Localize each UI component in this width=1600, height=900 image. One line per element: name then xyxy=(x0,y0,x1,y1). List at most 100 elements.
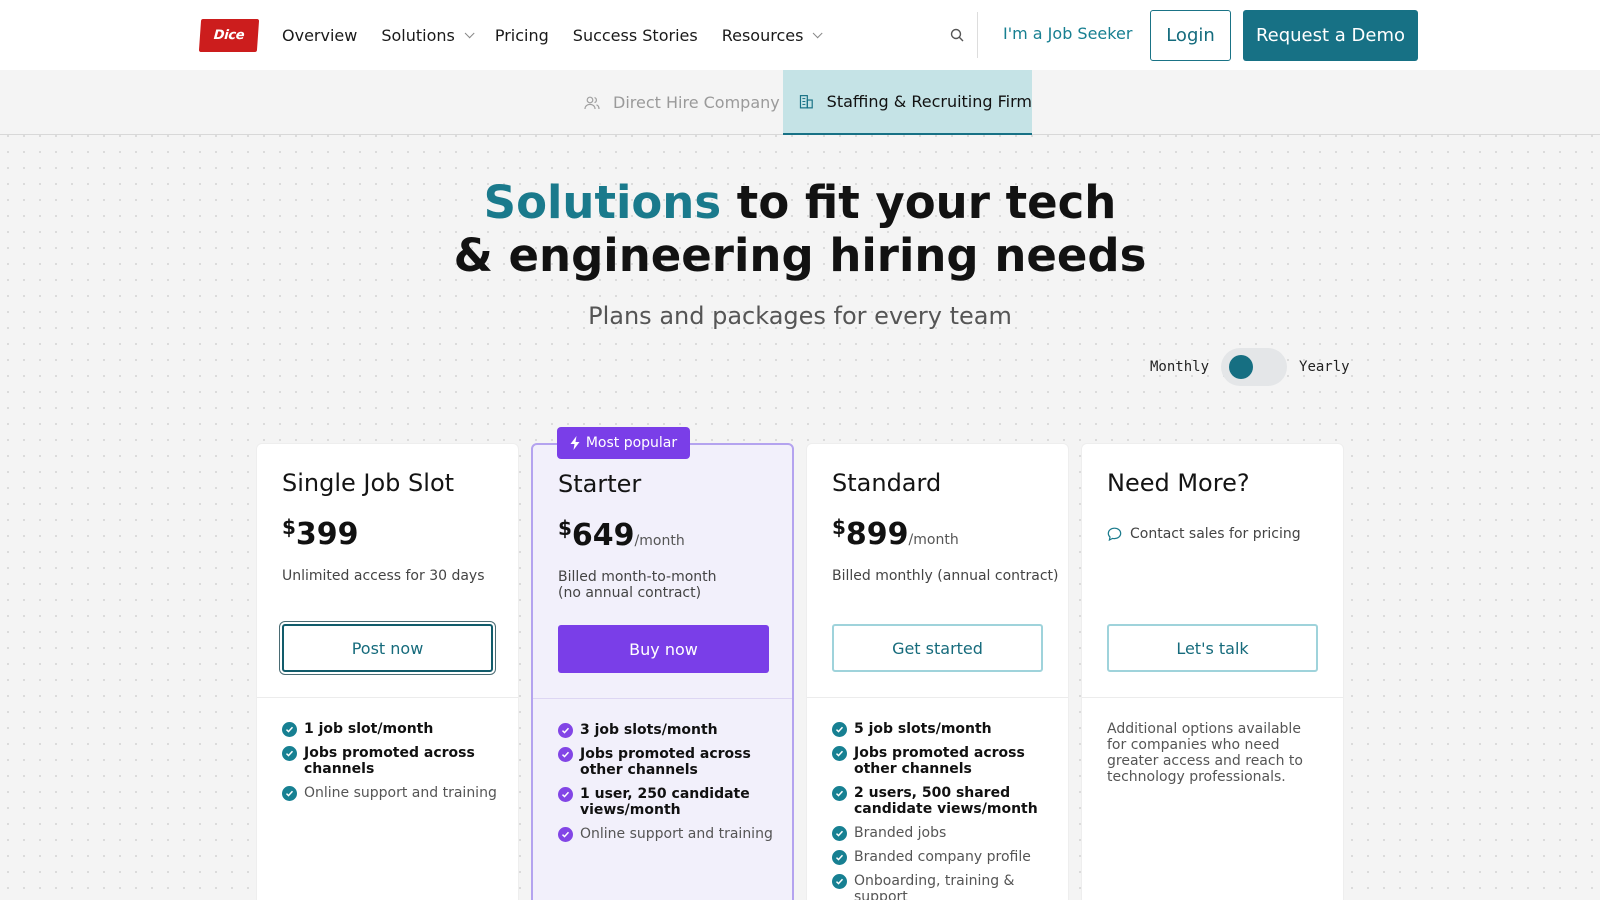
plan-name: Standard xyxy=(832,469,942,497)
audience-tabs: Direct Hire Company Staffing & Recruitin… xyxy=(0,70,1600,135)
nav-success-stories-label: Success Stories xyxy=(572,25,698,45)
billing-toggle-group: Monthly Yearly xyxy=(1150,348,1350,386)
check-icon xyxy=(282,786,297,801)
tab-direct-hire[interactable]: Direct Hire Company xyxy=(584,70,780,135)
page-subtitle: Plans and packages for every team xyxy=(588,302,1012,330)
plan-name: Starter xyxy=(558,470,642,498)
feature-item: Jobs promoted across other channels xyxy=(558,746,783,778)
post-now-button[interactable]: Post now xyxy=(282,624,493,672)
chevron-down-icon xyxy=(813,27,823,38)
price-amount: 399 xyxy=(295,517,359,552)
card-divider xyxy=(257,697,518,698)
chat-bubble-icon xyxy=(1107,527,1122,541)
feature-item: Onboarding, training & support xyxy=(832,873,1057,900)
billing-note: Billed monthly (annual contract) xyxy=(832,568,1059,584)
title-accent: Solutions xyxy=(483,176,722,229)
nav-success-stories[interactable]: Success Stories xyxy=(573,26,698,45)
contact-sales-text: Contact sales for pricing xyxy=(1130,526,1301,542)
yearly-label[interactable]: Yearly xyxy=(1299,359,1350,375)
feature-text: 1 user, 250 candidate views/month xyxy=(580,786,750,818)
feature-text: Branded jobs xyxy=(854,825,947,841)
feature-text: 5 job slots/month xyxy=(854,721,992,737)
billing-period-toggle[interactable] xyxy=(1221,348,1288,386)
feature-text: Online support and training xyxy=(304,785,497,801)
feature-text: 1 job slot/month xyxy=(304,721,434,737)
card-divider xyxy=(533,698,792,699)
feature-item: 3 job slots/month xyxy=(558,722,783,738)
plan-name: Single Job Slot xyxy=(282,469,455,497)
check-icon xyxy=(282,722,297,737)
feature-text: Jobs promoted across other channels xyxy=(580,746,751,778)
feature-text: Branded company profile xyxy=(854,849,1031,865)
feature-text: 2 users, 500 shared candidate views/mont… xyxy=(854,785,1038,817)
most-popular-badge: Most popular xyxy=(557,427,690,459)
card-divider xyxy=(1082,697,1343,698)
buy-now-button[interactable]: Buy now xyxy=(558,625,769,673)
nav-resources[interactable]: Resources xyxy=(721,25,823,45)
card-divider xyxy=(807,697,1068,698)
tab-staffing-recruiting[interactable]: Staffing & Recruiting Firm xyxy=(783,70,1032,135)
price-amount: 649 xyxy=(571,518,635,553)
contact-sales: Contact sales for pricing xyxy=(1107,526,1301,542)
dice-logo[interactable]: Dice xyxy=(198,19,260,52)
nav-resources-label: Resources xyxy=(721,25,804,45)
billing-note: Billed month-to-month (no annual contrac… xyxy=(558,569,788,601)
feature-item: Branded company profile xyxy=(832,849,1057,865)
check-icon xyxy=(558,787,573,802)
search-icon[interactable] xyxy=(950,28,964,42)
get-started-button[interactable]: Get started xyxy=(832,624,1043,672)
plan-card-single-job-slot: Single Job Slot $399 Unlimited access fo… xyxy=(256,443,519,900)
feature-list: 3 job slots/month Jobs promoted across o… xyxy=(558,722,783,850)
price-currency: $ xyxy=(282,515,296,539)
chevron-down-icon xyxy=(464,27,475,38)
login-button[interactable]: Login xyxy=(1150,10,1231,61)
price-period: /month xyxy=(634,533,685,549)
billing-note-line-2: (no annual contract) xyxy=(558,585,702,601)
check-icon xyxy=(832,722,847,737)
toggle-knob xyxy=(1229,355,1254,379)
check-icon xyxy=(832,746,847,761)
top-navigation: Dice Overview Solutions Pricing Success … xyxy=(0,0,1600,70)
plan-name: Need More? xyxy=(1107,469,1250,497)
price-period: /month xyxy=(908,532,959,548)
feature-item: 5 job slots/month xyxy=(832,721,1057,737)
building-icon xyxy=(799,95,813,109)
nav-pricing[interactable]: Pricing xyxy=(495,26,549,45)
nav-solutions-label: Solutions xyxy=(381,25,455,45)
check-icon xyxy=(832,826,847,841)
logo-text: Dice xyxy=(213,28,245,43)
price-amount: 899 xyxy=(845,517,909,552)
request-demo-button[interactable]: Request a Demo xyxy=(1243,10,1418,61)
check-icon xyxy=(832,874,847,889)
plan-card-standard: Standard $899/month Billed monthly (annu… xyxy=(806,443,1069,900)
nav-solutions[interactable]: Solutions xyxy=(381,25,475,45)
tab-direct-hire-label: Direct Hire Company xyxy=(613,93,780,112)
feature-item: Online support and training xyxy=(282,785,507,801)
users-icon xyxy=(584,96,600,109)
check-icon xyxy=(282,746,297,761)
feature-item: 1 job slot/month xyxy=(282,721,507,737)
feature-text: Jobs promoted across other channels xyxy=(854,745,1025,777)
check-icon xyxy=(558,747,573,762)
monthly-label[interactable]: Monthly xyxy=(1150,359,1209,375)
check-icon xyxy=(558,827,573,842)
nav-pricing-label: Pricing xyxy=(494,25,549,45)
title-part-1: to fit your tech xyxy=(721,176,1117,229)
check-icon xyxy=(832,850,847,865)
plan-price: $649/month xyxy=(558,516,685,553)
feature-text: Onboarding, training & support xyxy=(854,873,1015,900)
feature-text: Online support and training xyxy=(580,826,773,842)
nav-overview[interactable]: Overview xyxy=(282,26,357,45)
check-icon xyxy=(832,786,847,801)
lets-talk-button[interactable]: Let's talk xyxy=(1107,624,1318,672)
page-title: Solutions to fit your tech & engineering… xyxy=(0,176,1600,282)
billing-note-line-1: Billed month-to-month xyxy=(558,569,717,585)
feature-item: Branded jobs xyxy=(832,825,1057,841)
feature-list: 5 job slots/month Jobs promoted across o… xyxy=(832,721,1057,900)
feature-list: 1 job slot/month Jobs promoted across ch… xyxy=(282,721,507,809)
additional-options-note: Additional options available for compani… xyxy=(1107,721,1303,785)
price-currency: $ xyxy=(558,516,572,540)
badge-label: Most popular xyxy=(585,435,678,451)
job-seeker-link[interactable]: I'm a Job Seeker xyxy=(1003,24,1132,43)
nav-overview-label: Overview xyxy=(282,25,358,45)
